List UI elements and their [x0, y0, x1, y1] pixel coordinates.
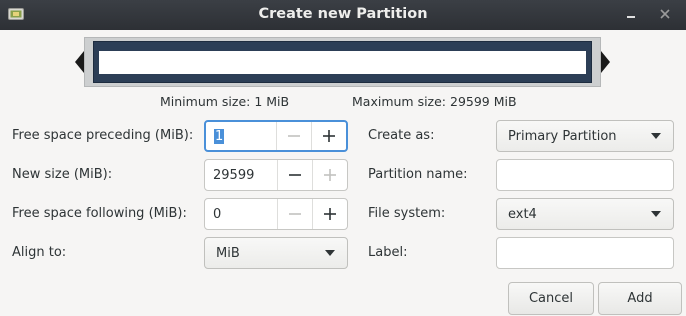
- free-space-following-value: 0: [213, 206, 222, 222]
- align-to-combobox[interactable]: MiB: [204, 237, 348, 269]
- cancel-button-label: Cancel: [528, 291, 574, 306]
- align-to-label: Align to:: [12, 245, 67, 260]
- partition-name-input[interactable]: [496, 159, 674, 191]
- free-space-following-input[interactable]: 0: [205, 199, 277, 229]
- create-as-combobox[interactable]: Primary Partition: [496, 120, 674, 152]
- chevron-down-icon: [325, 250, 335, 256]
- plus-icon: [324, 208, 336, 220]
- plus-icon: [323, 130, 335, 142]
- window-title: Create new Partition: [258, 6, 428, 22]
- min-size-label: Minimum size: 1 MiB: [160, 94, 290, 109]
- new-size-value: 29599: [213, 167, 255, 183]
- minus-icon: [289, 213, 301, 215]
- free-space-preceding-spinbutton[interactable]: 1: [204, 120, 348, 152]
- new-size-decrement[interactable]: [277, 160, 312, 190]
- create-as-value: Primary Partition: [508, 128, 617, 144]
- partition-space: [99, 51, 586, 74]
- cancel-button[interactable]: Cancel: [508, 282, 594, 315]
- add-button-label: Add: [627, 291, 653, 306]
- new-size-spinbutton[interactable]: 29599: [204, 159, 348, 191]
- file-system-combobox[interactable]: ext4: [496, 198, 674, 230]
- plus-icon: [324, 169, 336, 181]
- free-space-preceding-input[interactable]: 1: [206, 122, 276, 150]
- title-bar: Create new Partition: [0, 0, 686, 30]
- max-size-label: Maximum size: 29599 MiB: [352, 94, 517, 109]
- free-space-following-decrement[interactable]: [277, 199, 312, 229]
- partition-fill[interactable]: [93, 41, 592, 83]
- align-to-value: MiB: [216, 245, 240, 261]
- free-space-preceding-decrement[interactable]: [276, 122, 311, 150]
- partition-resizer[interactable]: [74, 37, 611, 87]
- minimize-icon[interactable]: [622, 5, 640, 23]
- new-size-label: New size (MiB):: [12, 167, 113, 182]
- partition-name-label: Partition name:: [368, 167, 468, 182]
- free-space-preceding-value: 1: [214, 128, 225, 144]
- new-size-input[interactable]: 29599: [205, 160, 277, 190]
- chevron-down-icon: [651, 211, 661, 217]
- close-icon[interactable]: [656, 5, 674, 23]
- free-space-following-increment[interactable]: [312, 199, 347, 229]
- right-resize-handle-icon[interactable]: [600, 51, 610, 73]
- file-system-label: File system:: [368, 206, 446, 221]
- partition-bar: [84, 37, 601, 87]
- fs-label-input[interactable]: [496, 237, 674, 269]
- free-space-preceding-label: Free space preceding (MiB):: [12, 128, 194, 143]
- free-space-preceding-increment[interactable]: [311, 122, 346, 150]
- create-as-label: Create as:: [368, 128, 435, 143]
- new-size-increment[interactable]: [312, 160, 347, 190]
- chevron-down-icon: [651, 133, 661, 139]
- file-system-value: ext4: [508, 206, 537, 222]
- fs-label-label: Label:: [368, 245, 408, 260]
- add-button[interactable]: Add: [598, 282, 682, 315]
- free-space-following-label: Free space following (MiB):: [12, 206, 187, 221]
- minus-icon: [288, 135, 300, 137]
- free-space-following-spinbutton[interactable]: 0: [204, 198, 348, 230]
- minus-icon: [289, 174, 301, 176]
